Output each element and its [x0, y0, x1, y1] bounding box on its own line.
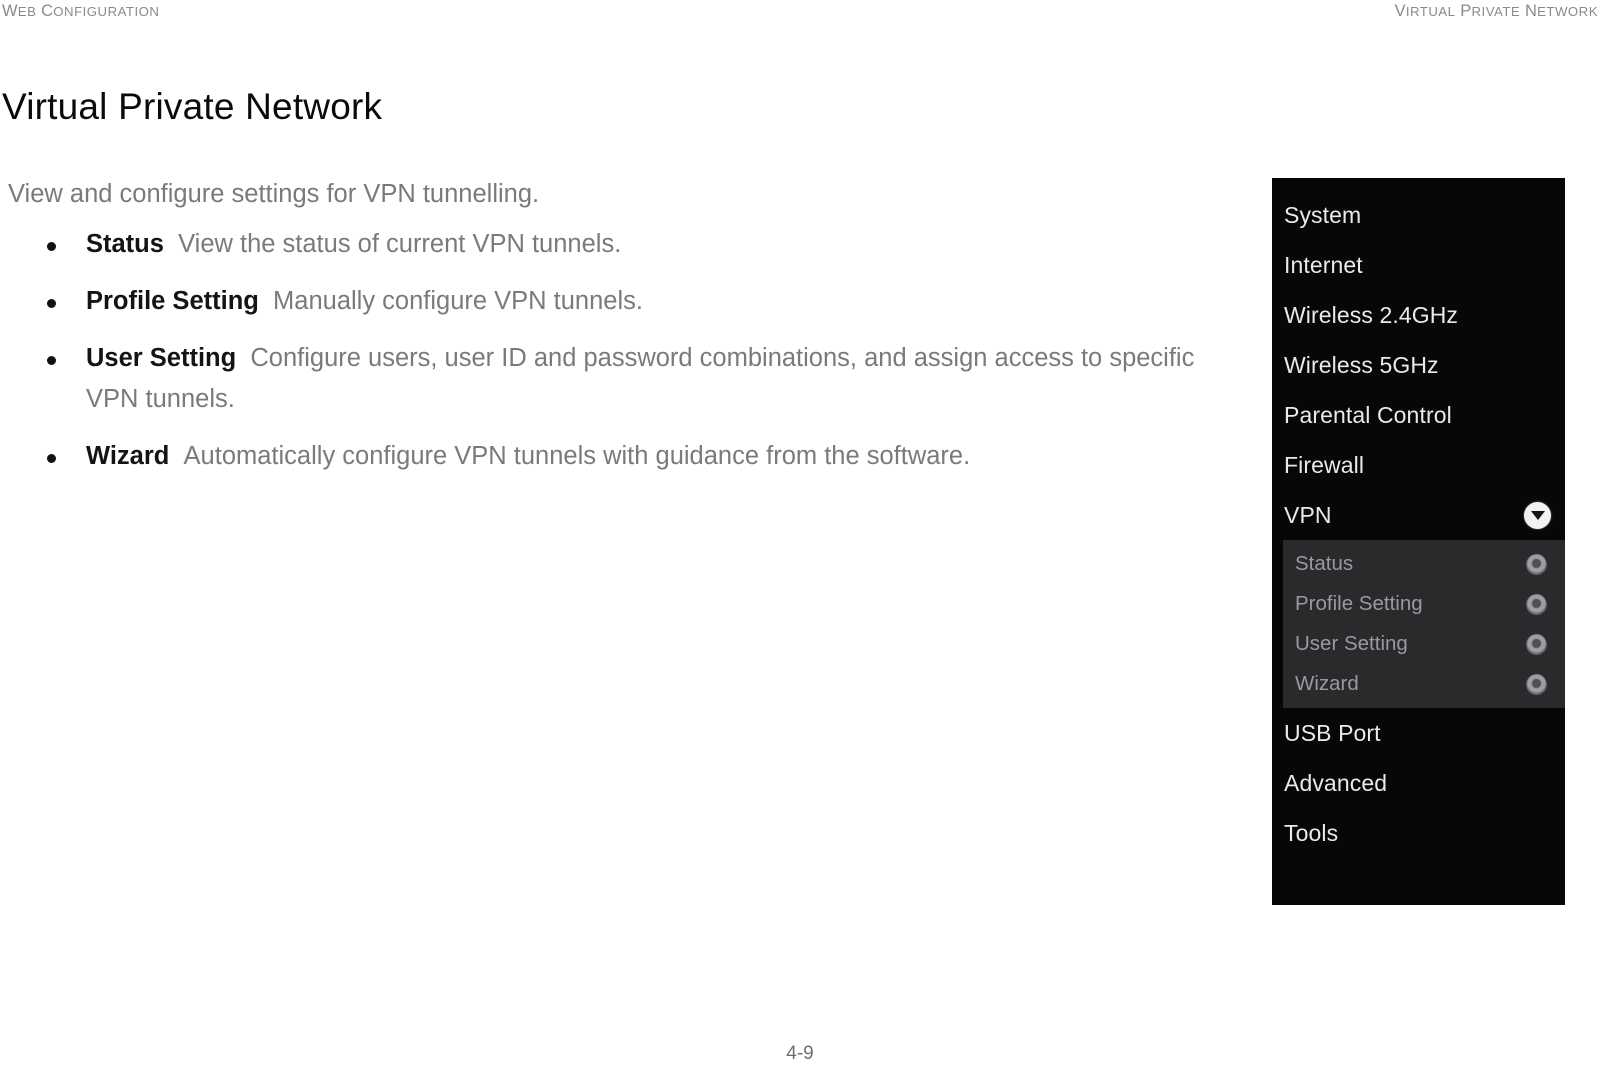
- menu-item-label: Advanced: [1284, 769, 1388, 796]
- menu-item-label: Firewall: [1284, 451, 1365, 478]
- menu-item-label: Wireless 5GHz: [1284, 351, 1439, 378]
- menu-item-parental-control[interactable]: Parental Control: [1272, 390, 1565, 440]
- list-item: Status View the status of current VPN tu…: [0, 224, 1250, 265]
- main-content: View and configure settings for VPN tunn…: [0, 178, 1250, 493]
- submenu-item-label: Status: [1295, 552, 1354, 575]
- intro-paragraph: View and configure settings for VPN tunn…: [8, 180, 540, 208]
- list-item: Wizard Automatically configure VPN tunne…: [0, 436, 1250, 477]
- bullet-term: Profile Setting: [86, 287, 259, 315]
- bullet-description: Configure users, user ID and password co…: [86, 344, 1195, 413]
- bullet-term: Wizard: [86, 442, 170, 470]
- bullet-description: Manually configure VPN tunnels.: [273, 287, 643, 315]
- page-number: 4-9: [786, 1043, 814, 1064]
- submenu-item-profile-setting[interactable]: Profile Setting: [1283, 584, 1565, 624]
- chevron-down-icon[interactable]: [1524, 501, 1551, 529]
- menu-item-label: System: [1284, 201, 1362, 228]
- menu-item-tools[interactable]: Tools: [1272, 808, 1565, 858]
- menu-item-label: Internet: [1284, 251, 1363, 278]
- menu-item-usb-port[interactable]: USB Port: [1272, 708, 1565, 758]
- header-right-title: VIRTUAL PRIVATE NETWORK: [1395, 2, 1598, 21]
- menu-item-vpn[interactable]: VPN: [1272, 490, 1565, 540]
- bullet-term: User Setting: [86, 344, 237, 372]
- bullet-term: Status: [86, 230, 164, 258]
- menu-item-label: Parental Control: [1284, 401, 1452, 428]
- menu-item-advanced[interactable]: Advanced: [1272, 758, 1565, 808]
- navigation-menu: System Internet Wireless 2.4GHz Wireless…: [1272, 190, 1565, 858]
- menu-item-label: USB Port: [1284, 719, 1381, 746]
- bullet-description: Automatically configure VPN tunnels with…: [183, 442, 971, 470]
- list-item: User Setting Configure users, user ID an…: [0, 338, 1250, 420]
- bullet-description: View the status of current VPN tunnels.: [178, 230, 622, 258]
- page-title: Virtual Private Network: [2, 85, 383, 127]
- feature-bullet-list: Status View the status of current VPN tu…: [0, 224, 1250, 477]
- router-navigation-panel: System Internet Wireless 2.4GHz Wireless…: [1272, 178, 1565, 905]
- radio-dot-icon[interactable]: [1526, 673, 1547, 695]
- header-right-title-text: VIRTUAL PRIVATE NETWORK: [1394, 2, 1598, 20]
- menu-item-system[interactable]: System: [1272, 190, 1565, 240]
- vpn-submenu: Status Profile Setting User Setting Wiza…: [1283, 540, 1565, 708]
- header-left-title: WEB CONFIGURATION: [2, 2, 159, 21]
- menu-item-label: Wireless 2.4GHz: [1284, 301, 1459, 328]
- submenu-item-label: User Setting: [1295, 632, 1408, 655]
- radio-dot-icon[interactable]: [1526, 593, 1547, 615]
- menu-item-firewall[interactable]: Firewall: [1272, 440, 1565, 490]
- header-left-title-text: WEB CONFIGURATION: [2, 2, 160, 20]
- menu-item-label: Tools: [1284, 819, 1339, 846]
- menu-item-internet[interactable]: Internet: [1272, 240, 1565, 290]
- radio-dot-icon[interactable]: [1526, 553, 1547, 575]
- submenu-item-label: Wizard: [1295, 672, 1359, 695]
- submenu-item-status[interactable]: Status: [1283, 544, 1565, 584]
- running-header: WEB CONFIGURATION VIRTUAL PRIVATE NETWOR…: [0, 0, 1600, 26]
- radio-dot-icon[interactable]: [1526, 633, 1547, 655]
- list-item: Profile Setting Manually configure VPN t…: [0, 281, 1250, 322]
- menu-item-wireless-5ghz[interactable]: Wireless 5GHz: [1272, 340, 1565, 390]
- menu-item-wireless-24ghz[interactable]: Wireless 2.4GHz: [1272, 290, 1565, 340]
- submenu-item-user-setting[interactable]: User Setting: [1283, 624, 1565, 664]
- submenu-item-wizard[interactable]: Wizard: [1283, 664, 1565, 704]
- menu-item-label: VPN: [1284, 501, 1332, 528]
- vpn-submenu-container: Status Profile Setting User Setting Wiza…: [1272, 540, 1565, 708]
- submenu-item-label: Profile Setting: [1295, 592, 1423, 615]
